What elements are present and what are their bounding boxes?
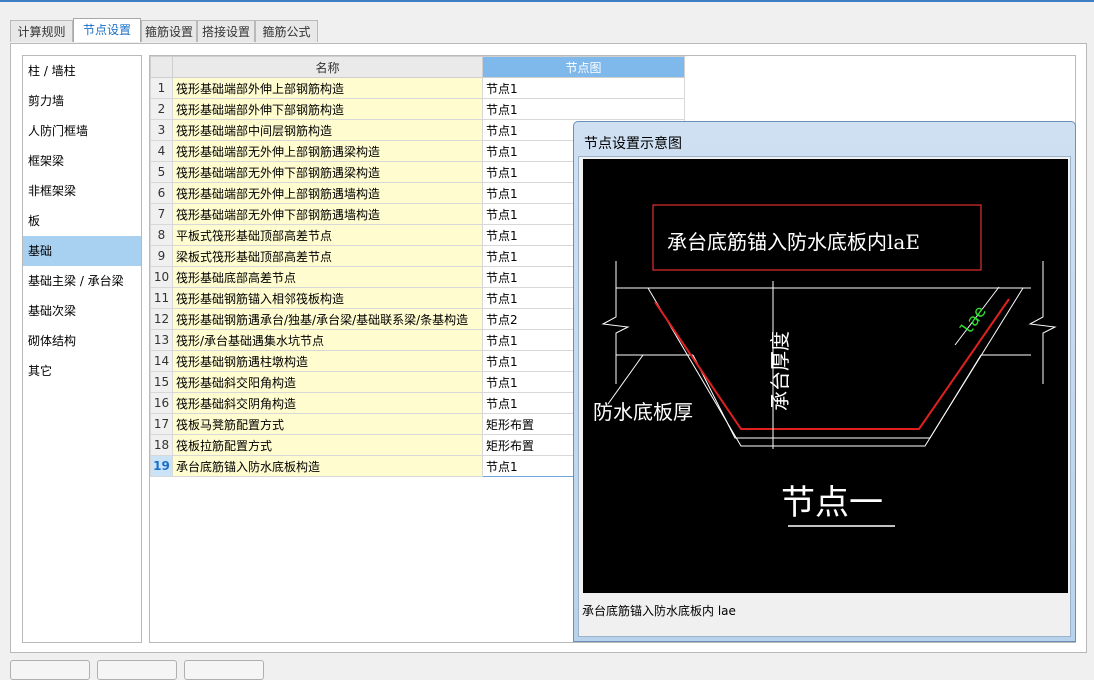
- row-number-cell: 10: [150, 266, 173, 288]
- sidebar-item-column-wall-column[interactable]: 柱 / 墙柱: [23, 56, 141, 86]
- row-number-cell: 3: [150, 119, 173, 141]
- popup-body: 承台底筋锚入防水底板内laE 承台厚度 防水底板厚 lae 节点一 承台底筋锚入…: [578, 156, 1071, 637]
- tab-stirrup-formula[interactable]: 箍筋公式: [255, 20, 318, 42]
- row-number-cell: 11: [150, 287, 173, 309]
- sidebar-item-other[interactable]: 其它: [23, 356, 141, 386]
- break-line-right: [1028, 261, 1057, 384]
- name-cell: 筏形基础端部无外伸下部钢筋遇墙构造: [172, 203, 483, 225]
- sidebar-item-masonry[interactable]: 砌体结构: [23, 326, 141, 356]
- row-number-cell: 15: [150, 371, 173, 393]
- node-title: 节点一: [781, 483, 883, 523]
- table-header-row: 名称 节点图: [150, 56, 685, 78]
- slab-label-leader: [607, 354, 644, 405]
- name-cell: 筏形基础斜交阳角构造: [172, 371, 483, 393]
- node-diagram-cell[interactable]: 节点1: [482, 98, 685, 120]
- name-cell: 筏形基础端部无外伸上部钢筋遇梁构造: [172, 140, 483, 162]
- sidebar-item-non-frame-beam[interactable]: 非框架梁: [23, 176, 141, 206]
- tab-stirrup-settings[interactable]: 箍筋设置: [141, 20, 197, 42]
- sidebar-item-foundation[interactable]: 基础: [23, 236, 141, 266]
- node-diagram-canvas: 承台底筋锚入防水底板内laE 承台厚度 防水底板厚 lae 节点一: [583, 159, 1068, 593]
- sidebar-item-shear-wall[interactable]: 剪力墙: [23, 86, 141, 116]
- row-number-cell: 5: [150, 161, 173, 183]
- tab-node-settings[interactable]: 节点设置: [73, 18, 141, 42]
- name-cell: 筏形基础端部中间层钢筋构造: [172, 119, 483, 141]
- column-header-name[interactable]: 名称: [172, 56, 483, 78]
- name-cell: 筏形/承台基础遇集水坑节点: [172, 329, 483, 351]
- bottom-button-1[interactable]: [10, 660, 90, 680]
- table-row[interactable]: 2 筏形基础端部外伸下部钢筋构造 节点1: [150, 98, 685, 120]
- row-number-cell: 18: [150, 434, 173, 456]
- popup-caption: 承台底筋锚入防水底板内 lae: [582, 604, 736, 618]
- row-number-cell: 7: [150, 203, 173, 225]
- name-cell: 承台底筋锚入防水底板构造: [172, 455, 483, 477]
- sidebar-item-foundation-main-beam[interactable]: 基础主梁 / 承台梁: [23, 266, 141, 296]
- row-number-cell: 1: [150, 77, 173, 99]
- name-cell: 筏形基础端部外伸上部钢筋构造: [172, 77, 483, 99]
- slab-thickness-label: 防水底板厚: [593, 400, 693, 424]
- name-cell: 筏形基础端部无外伸下部钢筋遇梁构造: [172, 161, 483, 183]
- name-cell: 筏形基础端部无外伸上部钢筋遇墙构造: [172, 182, 483, 204]
- popup-title: 节点设置示意图: [584, 136, 682, 152]
- row-number-cell: 17: [150, 413, 173, 435]
- name-cell: 平板式筏形基础顶部高差节点: [172, 224, 483, 246]
- name-cell: 梁板式筏形基础顶部高差节点: [172, 245, 483, 267]
- row-number-cell: 2: [150, 98, 173, 120]
- row-number-cell: 4: [150, 140, 173, 162]
- row-number-cell: 12: [150, 308, 173, 330]
- name-cell: 筏形基础端部外伸下部钢筋构造: [172, 98, 483, 120]
- row-number-cell: 8: [150, 224, 173, 246]
- component-type-list: 柱 / 墙柱 剪力墙 人防门框墙 框架梁 非框架梁 板 基础 基础主梁 / 承台…: [22, 55, 142, 643]
- name-cell: 筏形基础底部高差节点: [172, 266, 483, 288]
- name-cell: 筏形基础斜交阴角构造: [172, 392, 483, 414]
- sidebar-item-frame-beam[interactable]: 框架梁: [23, 146, 141, 176]
- row-number-cell: 16: [150, 392, 173, 414]
- tab-calc-rules[interactable]: 计算规则: [10, 20, 73, 42]
- thickness-label: 承台厚度: [768, 331, 792, 411]
- name-cell: 筏形基础钢筋遇柱墩构造: [172, 350, 483, 372]
- name-cell: 筏板拉筋配置方式: [172, 434, 483, 456]
- bottom-button-3[interactable]: [184, 660, 264, 680]
- name-cell: 筏形基础钢筋遇承台/独基/承台梁/基础联系梁/条基构造: [172, 308, 483, 330]
- break-line-left: [601, 261, 630, 384]
- name-cell: 筏形基础钢筋锚入相邻筏板构造: [172, 287, 483, 309]
- column-header-node-diagram[interactable]: 节点图: [482, 56, 685, 78]
- row-number-cell: 19: [150, 455, 173, 477]
- rebar-line: [654, 298, 1010, 430]
- node-diagram-popup: 节点设置示意图 承台底筋锚入防水底板内laE 承台厚度 防水底板厚 lae 节点…: [573, 121, 1076, 642]
- row-number-cell: 6: [150, 182, 173, 204]
- sidebar-item-civil-defense-door-wall[interactable]: 人防门框墙: [23, 116, 141, 146]
- node-diagram-svg: 承台底筋锚入防水底板内laE 承台厚度 防水底板厚 lae 节点一: [593, 204, 1057, 527]
- row-number-cell: 9: [150, 245, 173, 267]
- window-top-border: [0, 0, 1094, 2]
- row-number-cell: 13: [150, 329, 173, 351]
- table-row[interactable]: 1 筏形基础端部外伸上部钢筋构造 节点1: [150, 77, 685, 99]
- name-cell: 筏板马凳筋配置方式: [172, 413, 483, 435]
- node-diagram-cell[interactable]: 节点1: [482, 77, 685, 99]
- row-number-cell: 14: [150, 350, 173, 372]
- annotation-box-text: 承台底筋锚入防水底板内laE: [667, 230, 920, 254]
- bottom-button-2[interactable]: [97, 660, 177, 680]
- sidebar-item-foundation-secondary-beam[interactable]: 基础次梁: [23, 296, 141, 326]
- tab-lap-settings[interactable]: 搭接设置: [197, 20, 255, 42]
- sidebar-item-slab[interactable]: 板: [23, 206, 141, 236]
- row-number-header: [150, 56, 173, 78]
